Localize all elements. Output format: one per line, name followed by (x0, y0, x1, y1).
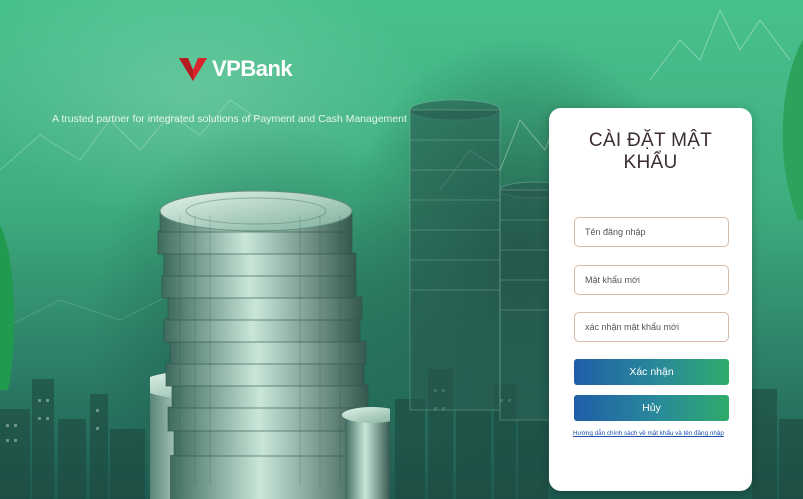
vpbank-logo: VPBank (177, 56, 293, 82)
form-title: CÀI ĐẶT MẬT KHẨU (549, 130, 752, 174)
decorative-leaf-left (0, 225, 15, 390)
password-setup-card: CÀI ĐẶT MẬT KHẨU Xác nhận Hủy Hướng dẫn … (549, 108, 752, 491)
form-title-line1: CÀI ĐẶT MẬT (588, 130, 713, 151)
coin-stack-illustration (150, 190, 390, 499)
decorative-leaf-right (782, 40, 803, 220)
cancel-button[interactable]: Hủy (574, 395, 729, 421)
new-password-input[interactable] (574, 265, 729, 295)
confirm-password-input[interactable] (574, 312, 729, 342)
confirm-button[interactable]: Xác nhận (574, 359, 729, 385)
form-title-line2: KHẨU (623, 152, 678, 173)
username-input[interactable] (574, 217, 729, 247)
password-policy-help-link[interactable]: Hướng dẫn chính sách về mật khẩu và tên … (573, 430, 733, 437)
brand-tagline: A trusted partner for integrated solutio… (52, 113, 407, 125)
background-coin-stack (409, 99, 571, 421)
brand-name: VPBank (212, 56, 293, 81)
login-page: VPBank A trusted partner for integrated … (0, 0, 803, 499)
vpbank-logo-icon (179, 58, 207, 81)
